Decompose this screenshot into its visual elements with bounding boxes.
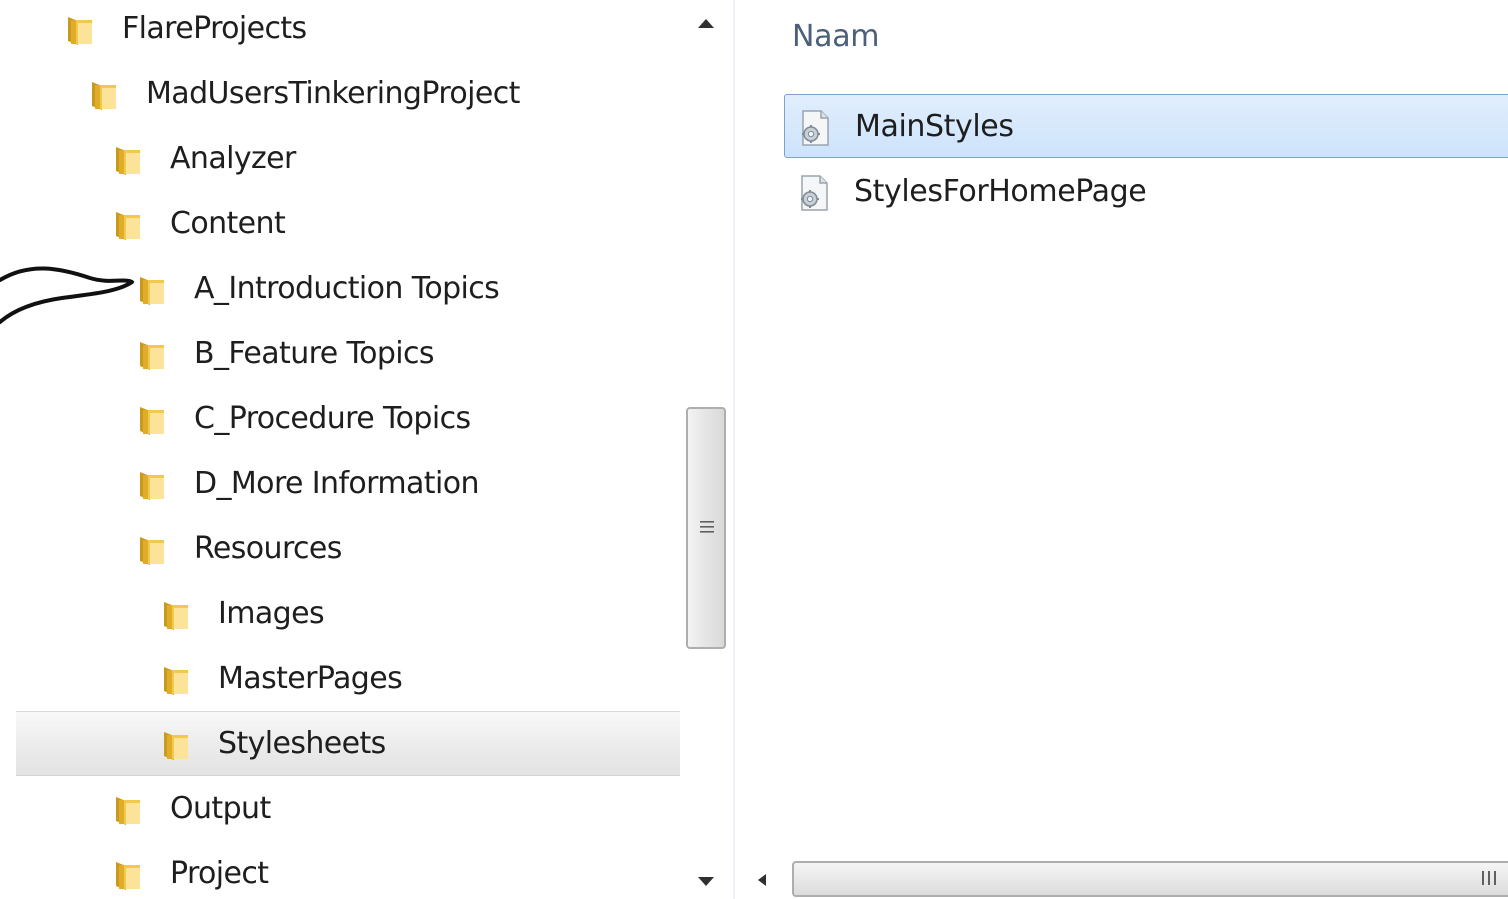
tree-item-label: Output	[170, 791, 271, 826]
folder-icon	[92, 82, 116, 110]
stylesheet-file-icon	[802, 110, 829, 146]
tree-item-c-procedure-topics[interactable]: C_Procedure Topics	[16, 387, 680, 452]
tree-item-stylesheets[interactable]: Stylesheets	[16, 711, 680, 776]
scroll-down-arrow-icon[interactable]	[686, 866, 726, 896]
tree-item-madusers[interactable]: MadUsersTinkeringProject	[16, 62, 680, 127]
grip-icon	[700, 521, 714, 533]
folder-icon	[116, 862, 140, 890]
pane-divider[interactable]	[733, 0, 735, 899]
folder-icon	[140, 407, 164, 435]
file-name: StylesForHomePage	[854, 174, 1147, 209]
tree-item-label: Stylesheets	[218, 726, 386, 761]
file-row-mainstyles[interactable]: MainStyles	[784, 94, 1508, 158]
folder-icon	[164, 667, 188, 695]
tree-item-d-more-information[interactable]: D_More Information	[16, 452, 680, 517]
tree-item-label: Project	[170, 856, 269, 891]
tree-item-label: Analyzer	[170, 141, 296, 176]
tree-item-label: C_Procedure Topics	[194, 401, 471, 436]
grip-icon	[1482, 871, 1496, 885]
file-list-horizontal-scrollbar[interactable]	[736, 858, 1508, 899]
tree-item-label: MadUsersTinkeringProject	[146, 76, 520, 111]
folder-icon	[116, 212, 140, 240]
file-row-stylesforhomepage[interactable]: StylesForHomePage	[784, 160, 1508, 224]
folder-icon	[140, 342, 164, 370]
folder-icon	[116, 797, 140, 825]
tree-item-label: B_Feature Topics	[194, 336, 435, 371]
folder-icon	[140, 472, 164, 500]
tree-item-masterpages[interactable]: MasterPages	[16, 647, 680, 712]
folder-icon	[116, 147, 140, 175]
tree-item-label: Images	[218, 596, 325, 631]
folder-icon	[68, 17, 92, 45]
tree-item-content[interactable]: Content	[16, 192, 680, 257]
tree-item-resources[interactable]: Resources	[16, 517, 680, 582]
scroll-up-arrow-icon[interactable]	[686, 8, 726, 38]
tree-item-analyzer[interactable]: Analyzer	[16, 127, 680, 192]
tree-item-flareprojects[interactable]: FlareProjects	[16, 0, 680, 62]
folder-tree: FlareProjects MadUsersTinkeringProject A…	[0, 0, 686, 899]
hand-drawn-pointer-annotation	[0, 266, 134, 324]
tree-item-output[interactable]: Output	[16, 777, 680, 842]
tree-vertical-scrollbar[interactable]	[686, 0, 726, 899]
scroll-left-arrow-icon[interactable]	[752, 870, 772, 890]
tree-item-label: D_More Information	[194, 466, 479, 501]
tree-item-label: A_Introduction Topics	[194, 271, 500, 306]
column-header-name[interactable]: Naam	[792, 15, 880, 59]
scrollbar-thumb[interactable]	[792, 861, 1508, 897]
tree-item-project[interactable]: Project	[16, 842, 680, 899]
file-name: MainStyles	[855, 109, 1014, 144]
stylesheet-file-icon	[801, 175, 828, 211]
folder-icon	[164, 732, 188, 760]
tree-item-label: Resources	[194, 531, 342, 566]
folder-icon	[140, 537, 164, 565]
tree-item-label: MasterPages	[218, 661, 403, 696]
tree-item-images[interactable]: Images	[16, 582, 680, 647]
folder-icon	[164, 602, 188, 630]
file-list-pane: Naam MainStyles StylesForHomePage	[736, 0, 1508, 899]
tree-item-label: Content	[170, 206, 286, 241]
tree-item-label: FlareProjects	[122, 11, 307, 46]
scrollbar-thumb[interactable]	[686, 407, 726, 649]
